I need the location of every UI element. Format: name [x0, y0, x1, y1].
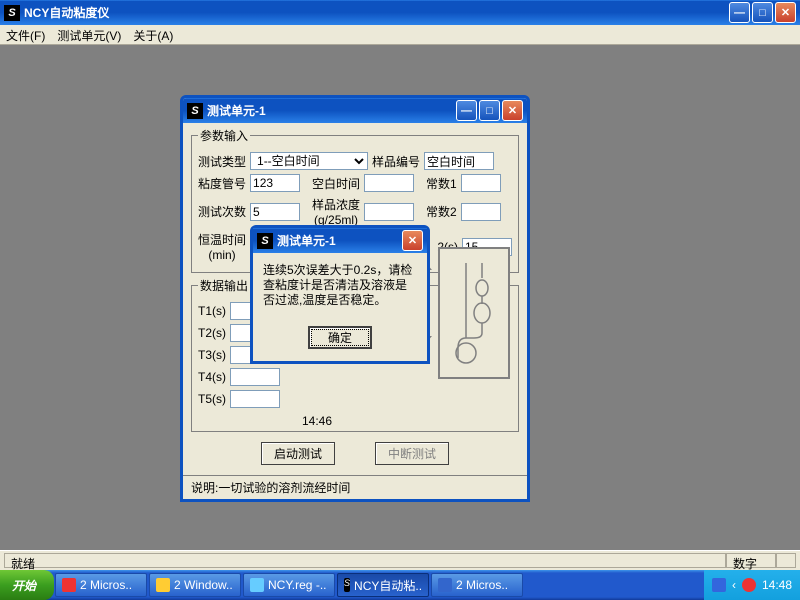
output-legend: 数据输出 [198, 277, 250, 294]
t4-input[interactable] [230, 368, 280, 386]
msgbox-title: 测试单元-1 [277, 232, 402, 249]
label-const2: 常数2 [426, 203, 457, 220]
params-legend: 参数输入 [198, 127, 250, 144]
blank-time-input[interactable] [364, 174, 414, 192]
close-button[interactable]: ✕ [775, 2, 796, 23]
statusbar: 就绪 数字 [0, 550, 800, 570]
tray-icon-2[interactable] [742, 578, 756, 592]
minimize-button[interactable]: — [729, 2, 750, 23]
msgbox-icon: S [257, 233, 273, 249]
label-test-count: 测试次数 [198, 203, 246, 220]
menu-file[interactable]: 文件(F) [6, 27, 45, 42]
label-sample-no: 样品编号 [372, 153, 420, 170]
const2-input[interactable] [461, 203, 501, 221]
clock-text: 14:46 [302, 414, 332, 428]
message-box: S 测试单元-1 ✕ 连续5次误差大于0.2s，请检查粘度计是否清洁及溶液是否过… [250, 225, 430, 364]
stop-test-button: 中断测试 [375, 442, 449, 465]
label-const1: 常数1 [426, 175, 457, 192]
start-test-button[interactable]: 启动测试 [261, 442, 335, 465]
menu-test-unit[interactable]: 测试单元(V) [57, 27, 121, 42]
conc-input[interactable] [364, 203, 414, 221]
child-maximize-button[interactable]: □ [479, 100, 500, 121]
label-t2: T2(s) [198, 326, 226, 340]
msgbox-titlebar[interactable]: S 测试单元-1 ✕ [253, 228, 427, 253]
app-titlebar: S NCY自动粘度仪 — □ ✕ [0, 0, 800, 25]
taskbar-item-3[interactable]: NCY.reg -.. [243, 573, 335, 597]
t5-input[interactable] [230, 390, 280, 408]
app-title: NCY自动粘度仪 [24, 4, 729, 21]
child-title: 测试单元-1 [207, 102, 456, 119]
msgbox-ok-button[interactable]: 确定 [308, 326, 372, 349]
status-numlock: 数字 [726, 553, 776, 568]
child-icon: S [187, 103, 203, 119]
explain-text: 说明:一切试验的溶剂流经时间 [183, 475, 527, 499]
taskbar: 开始 2 Micros.. 2 Window.. NCY.reg -.. SNC… [0, 570, 800, 600]
test-count-input[interactable] [250, 203, 300, 221]
tray-chevron-icon[interactable]: ‹ [732, 578, 736, 592]
label-t4: T4(s) [198, 370, 226, 384]
taskbar-item-5[interactable]: 2 Micros.. [431, 573, 523, 597]
taskbar-item-4[interactable]: SNCY自动粘.. [337, 573, 429, 597]
viscometer-diagram [439, 248, 509, 378]
status-grip [776, 553, 796, 568]
app-icon: S [4, 5, 20, 21]
msgbox-text: 连续5次误差大于0.2s，请检查粘度计是否清洁及溶液是否过滤,温度是否稳定。 [253, 253, 427, 318]
taskbar-item-2[interactable]: 2 Window.. [149, 573, 241, 597]
child-titlebar[interactable]: S 测试单元-1 — □ ✕ [183, 98, 527, 123]
label-t1: T1(s) [198, 304, 226, 318]
system-tray[interactable]: ‹ 14:48 [704, 570, 800, 600]
label-conc: 样品浓度 (g/25ml) [312, 196, 360, 227]
sample-no-input[interactable] [424, 152, 494, 170]
tube-no-input[interactable] [250, 174, 300, 192]
const1-input[interactable] [461, 174, 501, 192]
label-tube-no: 粘度管号 [198, 175, 246, 192]
label-t5: T5(s) [198, 392, 226, 406]
child-minimize-button[interactable]: — [456, 100, 477, 121]
status-ready: 就绪 [4, 553, 726, 568]
taskbar-item-1[interactable]: 2 Micros.. [55, 573, 147, 597]
test-type-select[interactable]: 1--空白时间 [250, 152, 368, 170]
start-button[interactable]: 开始 [0, 570, 54, 600]
menubar: 文件(F) 测试单元(V) 关于(A) [0, 25, 800, 45]
tray-icon-1[interactable] [712, 578, 726, 592]
label-blank-time: 空白时间 [312, 175, 360, 192]
maximize-button[interactable]: □ [752, 2, 773, 23]
label-t3: T3(s) [198, 348, 226, 362]
label-bath-time: 恒温时间 (min) [198, 231, 246, 262]
menu-about[interactable]: 关于(A) [133, 27, 173, 42]
msgbox-close-button[interactable]: ✕ [402, 230, 423, 251]
tray-clock[interactable]: 14:48 [762, 578, 792, 592]
child-close-button[interactable]: ✕ [502, 100, 523, 121]
label-test-type: 测试类型 [198, 153, 246, 170]
